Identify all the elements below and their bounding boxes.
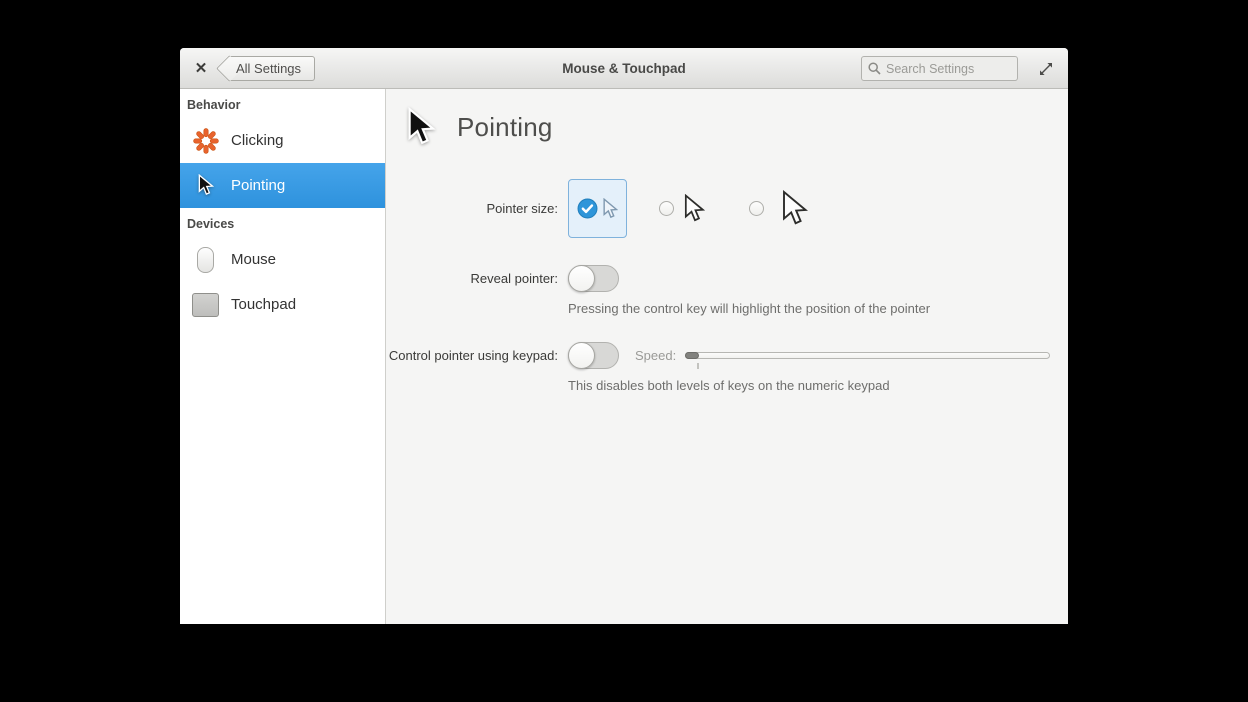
back-button-label: All Settings xyxy=(236,60,302,76)
search-input[interactable] xyxy=(886,61,1004,76)
pointing-heading-icon xyxy=(408,106,436,144)
check-icon xyxy=(577,198,598,219)
medium-cursor-icon[interactable] xyxy=(684,193,705,224)
sidebar-item-label: Clicking xyxy=(231,132,284,149)
keypad-pointer-description: This disables both levels of keys on the… xyxy=(568,378,890,393)
sidebar-section-devices: Devices xyxy=(187,217,235,231)
reveal-pointer-label: Reveal pointer: xyxy=(470,271,558,286)
speed-label: Speed: xyxy=(635,348,677,363)
maximize-icon[interactable] xyxy=(1038,61,1054,77)
search-box[interactable] xyxy=(861,56,1018,81)
titlebar: ✕ All Settings Mouse & Touchpad xyxy=(180,48,1068,89)
pointer-cursor-icon xyxy=(191,174,220,197)
small-cursor-icon xyxy=(603,197,618,218)
clicking-spinner-icon xyxy=(191,127,220,155)
sidebar-section-behavior: Behavior xyxy=(187,98,241,112)
settings-window: ✕ All Settings Mouse & Touchpad Behavior xyxy=(180,48,1068,624)
page-title: Pointing xyxy=(457,111,553,142)
keypad-pointer-toggle[interactable] xyxy=(568,342,619,369)
large-cursor-icon[interactable] xyxy=(782,189,808,228)
page-heading-row: Pointing xyxy=(407,106,1068,148)
speed-slider-tick xyxy=(697,363,700,369)
sidebar-item-clicking[interactable]: Clicking xyxy=(180,118,385,163)
pointing-panel: Pointing Pointer size: Reveal pointer: P… xyxy=(386,89,1068,624)
pointer-size-radio-medium[interactable] xyxy=(659,201,674,216)
mouse-icon xyxy=(191,246,220,273)
sidebar-item-touchpad[interactable]: Touchpad xyxy=(180,282,385,327)
reveal-pointer-toggle[interactable] xyxy=(568,265,619,292)
sidebar-item-label: Pointing xyxy=(231,177,286,194)
pointer-size-option-small[interactable] xyxy=(568,179,627,238)
pointer-size-radio-large[interactable] xyxy=(749,201,764,216)
speed-slider-handle[interactable] xyxy=(685,352,700,359)
all-settings-back-button[interactable]: All Settings xyxy=(229,55,316,81)
sidebar-item-pointing[interactable]: Pointing xyxy=(180,163,385,208)
speed-slider[interactable] xyxy=(685,352,1051,369)
sidebar: Behavior Clicking Pointing Devices Mouse… xyxy=(180,89,386,624)
sidebar-item-label: Mouse xyxy=(231,251,277,268)
keypad-pointer-label: Control pointer using keypad: xyxy=(388,348,558,363)
toggle-knob[interactable] xyxy=(568,342,595,369)
sidebar-item-label: Touchpad xyxy=(231,296,297,313)
pointer-size-row: Pointer size: xyxy=(386,179,1068,238)
search-icon xyxy=(868,62,881,75)
reveal-pointer-description: Pressing the control key will highlight … xyxy=(568,301,931,316)
pointer-size-label: Pointer size: xyxy=(486,201,558,216)
reveal-pointer-row: Reveal pointer: Pressing the control key… xyxy=(386,265,1068,316)
toggle-knob[interactable] xyxy=(568,265,595,292)
keypad-pointer-row: Control pointer using keypad: Speed: Thi… xyxy=(386,342,1068,393)
sidebar-item-mouse[interactable]: Mouse xyxy=(180,237,385,282)
close-button[interactable]: ✕ xyxy=(186,59,216,77)
touchpad-icon xyxy=(191,292,220,317)
